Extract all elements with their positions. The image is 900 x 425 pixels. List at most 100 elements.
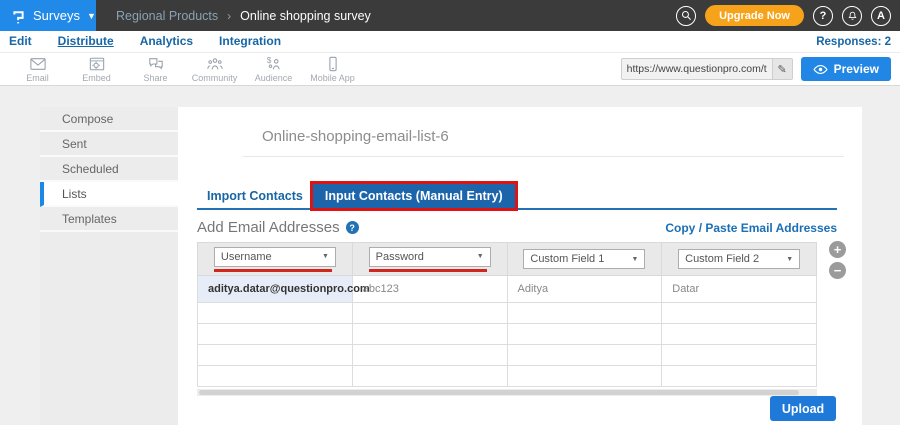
- copy-paste-emails-link[interactable]: Copy / Paste Email Addresses: [665, 221, 837, 235]
- cell-email[interactable]: [197, 302, 353, 324]
- table-row: [197, 302, 817, 324]
- toolbar-label: Embed: [82, 73, 111, 83]
- survey-url-input[interactable]: [621, 63, 772, 75]
- cell-custom2[interactable]: [661, 365, 817, 387]
- email-sidebar: Compose Sent Scheduled Lists Templates: [40, 107, 178, 425]
- sidebar-item-compose[interactable]: Compose: [40, 107, 178, 132]
- column-select-4[interactable]: Custom Field 2 ▼: [678, 249, 801, 269]
- toolbar-share-button[interactable]: Share: [126, 56, 185, 83]
- remove-row-button[interactable]: −: [829, 262, 846, 279]
- embed-icon: [89, 57, 104, 71]
- cell-email[interactable]: aditya.datar@questionpro.com: [197, 275, 370, 303]
- toolbar-community-button[interactable]: Community: [185, 56, 244, 83]
- sidebar-item-templates[interactable]: Templates: [40, 207, 178, 232]
- help-tooltip-icon[interactable]: ?: [345, 221, 359, 234]
- toolbar-audience-button[interactable]: $ Audience: [244, 56, 303, 83]
- column-select-1[interactable]: Username ▼: [213, 246, 336, 267]
- email-list-title: Online-shopping-email-list-6: [262, 128, 449, 145]
- product-switcher[interactable]: Surveys ▼: [0, 0, 96, 31]
- add-emails-header-row: Add Email Addresses ? Copy / Paste Email…: [197, 219, 837, 236]
- survey-url-field[interactable]: ✎: [620, 58, 793, 80]
- column-select-3[interactable]: Custom Field 1 ▼: [523, 249, 646, 269]
- manual-entry-table: Username ▼ Password ▼ Custom Field 1 ▼ C…: [197, 242, 817, 387]
- survey-url-group: ✎ Preview: [620, 57, 891, 81]
- tab-input-contacts-manual[interactable]: Input Contacts (Manual Entry): [312, 184, 515, 208]
- top-bar: Surveys ▼ Regional Products › Online sho…: [0, 0, 900, 31]
- cell-password[interactable]: [351, 323, 508, 345]
- cell-custom1[interactable]: [506, 302, 663, 324]
- tab-integration[interactable]: Integration: [219, 34, 281, 49]
- questionpro-logo-icon: [13, 10, 24, 23]
- row-controls: + −: [829, 241, 846, 279]
- table-row: [197, 365, 817, 387]
- field-select-cell: Username ▼: [197, 242, 353, 276]
- select-caret-icon: ▼: [786, 255, 794, 263]
- toolbar-label: Email: [26, 73, 49, 83]
- product-menu-label: Surveys: [33, 8, 80, 23]
- column-select-value: Username: [220, 250, 272, 263]
- field-select-row: Username ▼ Password ▼ Custom Field 1 ▼ C…: [197, 242, 817, 276]
- cell-custom2[interactable]: Datar: [661, 275, 817, 303]
- toolbar-email-button[interactable]: Email: [8, 56, 67, 83]
- cell-custom2[interactable]: [661, 323, 817, 345]
- breadcrumb-separator: ›: [227, 8, 232, 23]
- preview-label: Preview: [833, 62, 879, 76]
- column-select-2[interactable]: Password ▼: [368, 246, 491, 267]
- help-button[interactable]: ?: [813, 5, 833, 26]
- cell-password[interactable]: abc123: [351, 275, 508, 303]
- scrollbar-thumb[interactable]: [199, 390, 799, 395]
- cell-custom2[interactable]: [661, 344, 817, 366]
- toolbar-mobile-app-button[interactable]: Mobile App: [303, 56, 362, 83]
- chevron-down-icon: ▼: [86, 11, 96, 21]
- cell-custom1[interactable]: [506, 344, 663, 366]
- lists-panel: Online-shopping-email-list-6 Import Cont…: [178, 107, 862, 425]
- search-button[interactable]: [676, 5, 697, 26]
- account-avatar[interactable]: A: [871, 5, 891, 26]
- breadcrumb-survey-name: Online shopping survey: [240, 8, 371, 23]
- search-icon: [681, 10, 691, 20]
- annotation-underline-password: [368, 268, 487, 272]
- contacts-tabs: Import Contacts Input Contacts (Manual E…: [197, 182, 837, 210]
- cell-email[interactable]: [197, 365, 353, 387]
- preview-button[interactable]: Preview: [800, 57, 891, 81]
- distribute-toolbar: Email Embed Share Community $ Audience M…: [0, 53, 900, 86]
- notifications-button[interactable]: [842, 5, 862, 26]
- cell-custom1[interactable]: [506, 323, 663, 345]
- mobile-phone-icon: [328, 56, 337, 72]
- audience-icon: $: [266, 56, 280, 70]
- cell-custom1[interactable]: [506, 365, 663, 387]
- cell-password[interactable]: [351, 344, 508, 366]
- cell-custom1[interactable]: Aditya: [506, 275, 663, 303]
- cell-email[interactable]: [197, 344, 353, 366]
- tab-analytics[interactable]: Analytics: [140, 34, 193, 49]
- envelope-icon: [29, 58, 46, 70]
- cell-password[interactable]: [351, 302, 508, 324]
- responses-count[interactable]: Responses: 2: [816, 36, 891, 48]
- cell-password[interactable]: [351, 365, 508, 387]
- toolbar-label: Community: [191, 73, 238, 83]
- column-select-value: Custom Field 1: [530, 253, 605, 265]
- select-caret-icon: ▼: [476, 253, 484, 260]
- cell-email[interactable]: [197, 323, 353, 345]
- field-select-cell: Password ▼: [351, 242, 508, 276]
- section-title: Add Email Addresses: [197, 219, 340, 236]
- horizontal-scrollbar[interactable]: [197, 389, 817, 396]
- breadcrumb-folder[interactable]: Regional Products: [116, 9, 218, 23]
- sidebar-item-sent[interactable]: Sent: [40, 132, 178, 157]
- sidebar-item-lists[interactable]: Lists: [40, 182, 178, 207]
- table-row: [197, 323, 817, 345]
- table-row: [197, 344, 817, 366]
- edit-url-button[interactable]: ✎: [771, 59, 792, 79]
- tab-import-contacts[interactable]: Import Contacts: [197, 184, 313, 208]
- cell-custom2[interactable]: [661, 302, 817, 324]
- table-row: aditya.datar@questionpro.com abc123 Adit…: [197, 275, 817, 303]
- toolbar-embed-button[interactable]: Embed: [67, 56, 126, 83]
- sidebar-item-scheduled[interactable]: Scheduled: [40, 157, 178, 182]
- upload-button[interactable]: Upload: [770, 396, 836, 421]
- tab-edit[interactable]: Edit: [9, 34, 32, 49]
- add-row-button[interactable]: +: [829, 241, 846, 258]
- select-caret-icon: ▼: [321, 253, 329, 260]
- upgrade-now-button[interactable]: Upgrade Now: [705, 5, 804, 26]
- breadcrumb: Regional Products › Online shopping surv…: [116, 9, 371, 23]
- tab-distribute[interactable]: Distribute: [58, 34, 114, 49]
